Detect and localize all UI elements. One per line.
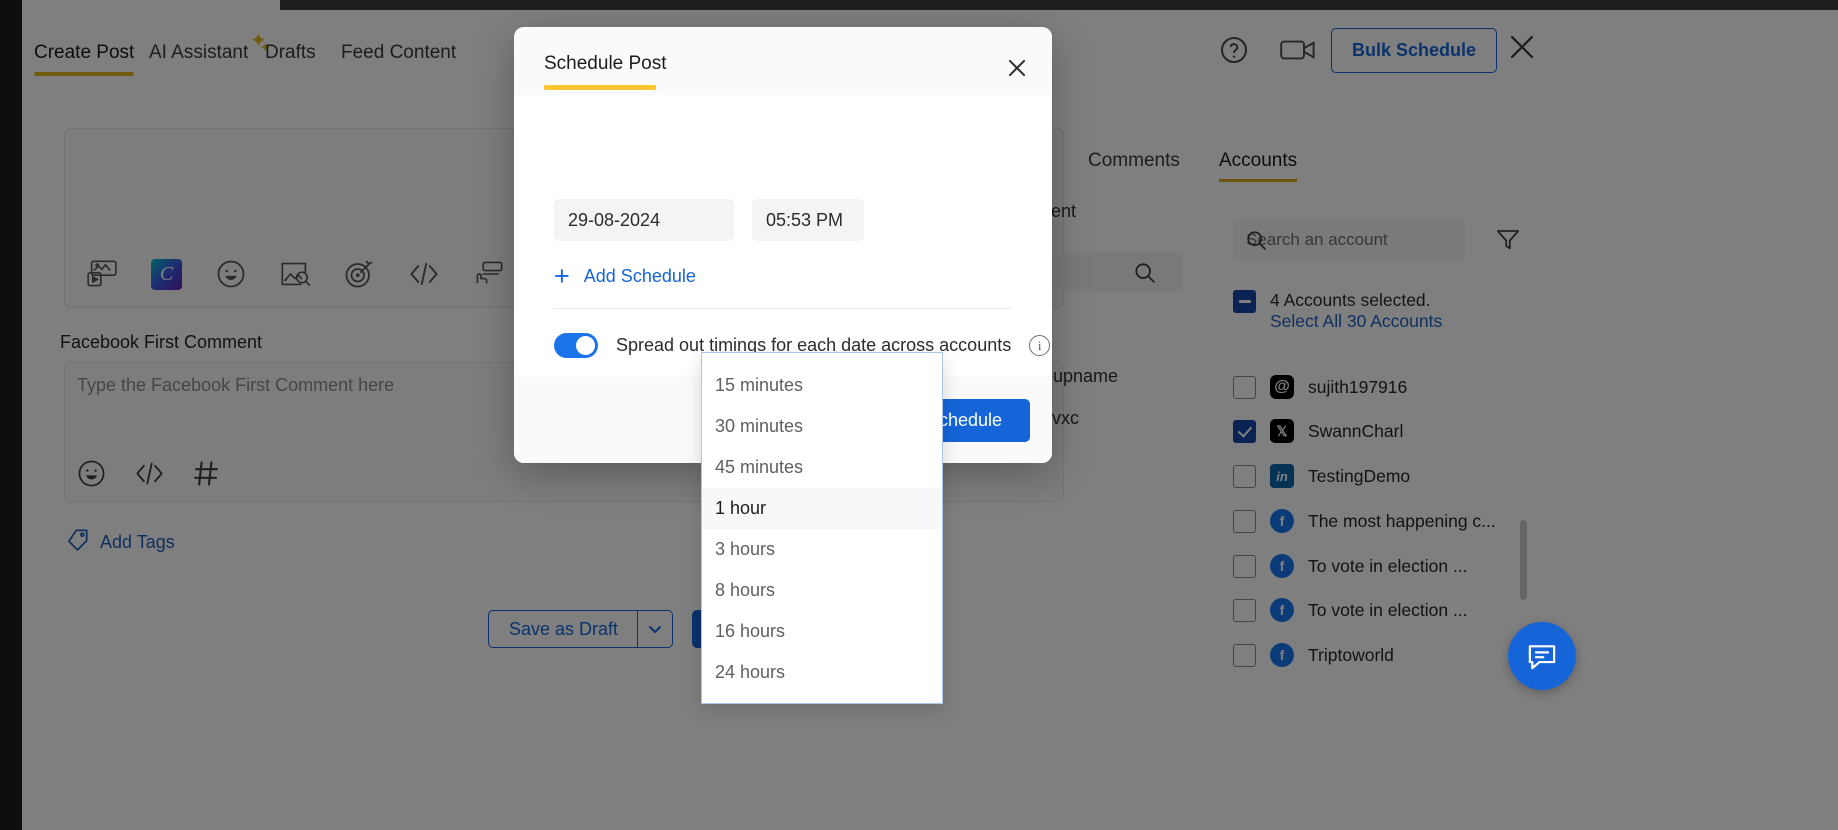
dropdown-option-1-hour[interactable]: 1 hour bbox=[702, 488, 942, 529]
dropdown-option-3-hours[interactable]: 3 hours bbox=[702, 529, 942, 570]
stagger-interval-dropdown[interactable]: 15 minutes 30 minutes 45 minutes 1 hour … bbox=[701, 352, 943, 704]
chat-bubble-icon[interactable] bbox=[1508, 622, 1576, 690]
dropdown-option-30-minutes[interactable]: 30 minutes bbox=[702, 406, 942, 447]
dropdown-option-15-minutes[interactable]: 15 minutes bbox=[702, 365, 942, 406]
modal-title-underline bbox=[544, 85, 656, 90]
dropdown-option-16-hours[interactable]: 16 hours bbox=[702, 611, 942, 652]
dropdown-option-8-hours[interactable]: 8 hours bbox=[702, 570, 942, 611]
dropdown-option-45-minutes[interactable]: 45 minutes bbox=[702, 447, 942, 488]
modal-close-icon[interactable] bbox=[1004, 55, 1030, 86]
plus-icon: + bbox=[554, 261, 570, 291]
add-schedule-button[interactable]: + Add Schedule bbox=[554, 263, 696, 290]
info-icon[interactable]: i bbox=[1029, 335, 1051, 356]
screen: Create Post AI Assistant ✦ ✦ Drafts Feed… bbox=[0, 0, 1838, 830]
dropdown-option-24-hours[interactable]: 24 hours bbox=[702, 652, 942, 693]
dropdown-top-spacer bbox=[702, 353, 942, 365]
modal-header: Schedule Post bbox=[514, 27, 1052, 95]
spread-timings-toggle[interactable] bbox=[554, 333, 598, 358]
add-schedule-label: Add Schedule bbox=[583, 266, 696, 286]
modal-title: Schedule Post bbox=[544, 53, 667, 74]
schedule-time-input[interactable]: 05:53 PM bbox=[752, 199, 864, 241]
modal-divider-top bbox=[554, 308, 1012, 309]
schedule-date-input[interactable]: 29-08-2024 bbox=[554, 199, 734, 241]
